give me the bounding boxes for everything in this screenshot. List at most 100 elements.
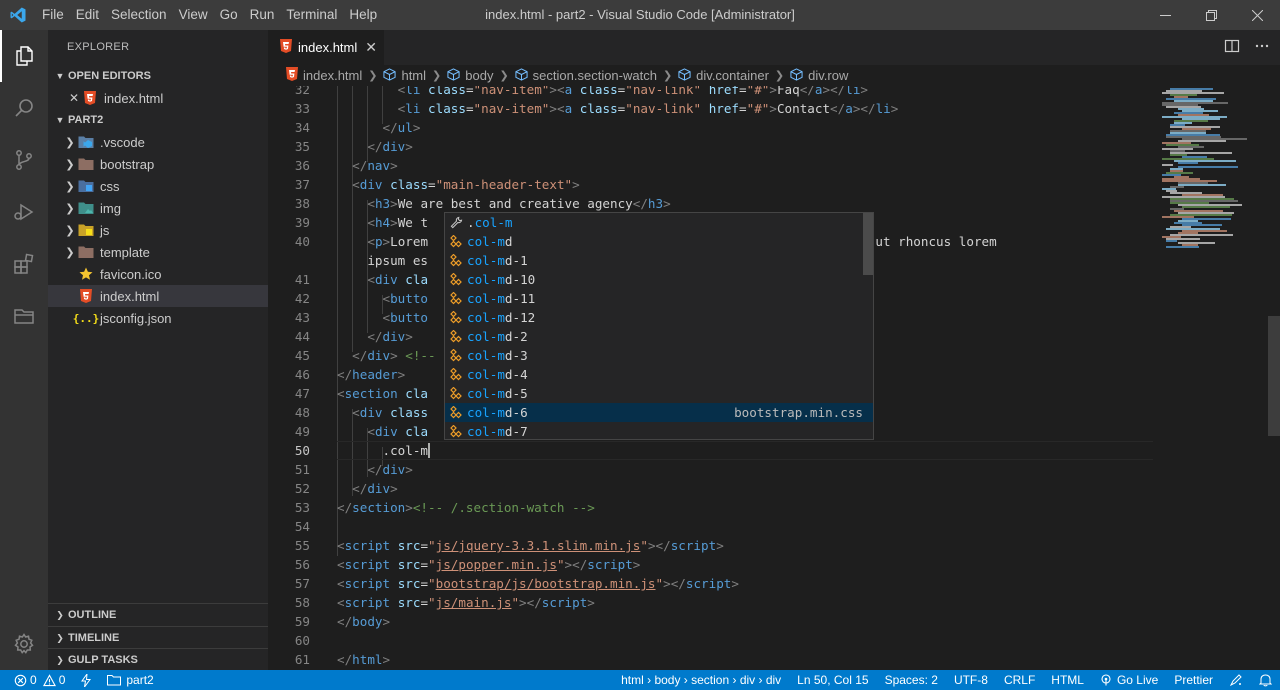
code-text: </nav> — [352, 158, 398, 173]
open-editors-header[interactable]: ▼ OPEN EDITORS — [48, 65, 268, 87]
element-cube-icon — [383, 67, 397, 84]
breadcrumb-item[interactable]: div.row — [790, 67, 848, 84]
menu-terminal[interactable]: Terminal — [280, 0, 343, 30]
prettier-button[interactable]: Prettier — [1166, 670, 1221, 690]
suggestion-item[interactable]: col-md-2 — [445, 327, 873, 346]
notifications-bell-icon[interactable] — [1251, 670, 1280, 690]
suggestion-item[interactable]: col-md-11 — [445, 289, 873, 308]
menu-file[interactable]: File — [36, 0, 70, 30]
end-of-line[interactable]: CRLF — [996, 670, 1043, 690]
search-icon[interactable] — [0, 82, 48, 134]
chevron-right-icon: ❯ — [65, 224, 75, 237]
open-editor-item[interactable]: ✕ index.html — [48, 87, 268, 109]
code-text: <script src="js/main.js"></script> — [337, 595, 595, 610]
panel-gulp-tasks[interactable]: ❯ GULP TASKS — [48, 648, 268, 670]
close-window-button[interactable] — [1234, 0, 1280, 30]
suggestion-item[interactable]: .col-m — [445, 213, 873, 232]
tree-folder[interactable]: ❯ template — [48, 241, 268, 263]
breadcrumb-item[interactable]: body — [447, 67, 493, 84]
scrollbar-thumb[interactable] — [1268, 316, 1280, 436]
breadcrumb-item[interactable]: html — [383, 67, 426, 84]
encoding[interactable]: UTF-8 — [946, 670, 996, 690]
tree-folder[interactable]: ❯ bootstrap — [48, 153, 268, 175]
suggestion-item[interactable]: col-md-1 — [445, 251, 873, 270]
source-control-icon[interactable] — [0, 134, 48, 186]
star-icon — [78, 266, 94, 282]
tree-file[interactable]: index.html — [48, 285, 268, 307]
run-debug-icon[interactable] — [0, 186, 48, 238]
extensions-icon[interactable] — [0, 238, 48, 290]
code-line: 61 </html> — [268, 650, 1158, 669]
code-text: </div> <!-- — [352, 348, 436, 363]
suggestion-item[interactable]: col-md-7 — [445, 422, 873, 441]
code-line: 51 </div> — [268, 460, 1158, 479]
cursor-position[interactable]: Ln 50, Col 15 — [789, 670, 876, 690]
tree-folder[interactable]: ❯ img — [48, 197, 268, 219]
close-icon[interactable]: ✕ — [365, 39, 377, 56]
suggestion-item[interactable]: col-md-12 — [445, 308, 873, 327]
explorer-icon[interactable] — [0, 30, 48, 82]
tree-item-label: favicon.ico — [100, 266, 162, 282]
settings-gear-icon[interactable] — [0, 618, 48, 670]
menu-view[interactable]: View — [173, 0, 214, 30]
tab-label: index.html — [298, 40, 358, 55]
minimap[interactable] — [1158, 86, 1268, 670]
workspace-folder[interactable]: part2 — [99, 670, 161, 690]
suggestion-item[interactable]: col-md-6 bootstrap.min.css — [445, 403, 873, 422]
indentation[interactable]: Spaces: 2 — [877, 670, 946, 690]
panel-timeline[interactable]: ❯ TIMELINE — [48, 626, 268, 648]
suggestion-label: col-md-3 — [467, 348, 528, 363]
breadcrumb-item[interactable]: section.section-watch — [515, 67, 657, 84]
section-label: GULP TASKS — [68, 653, 138, 666]
tree-file[interactable]: favicon.ico — [48, 263, 268, 285]
element-path[interactable]: html › body › section › div › div — [613, 670, 789, 690]
menu-run[interactable]: Run — [244, 0, 281, 30]
tree-folder[interactable]: ❯ js — [48, 219, 268, 241]
suggestion-item[interactable]: col-md-4 — [445, 365, 873, 384]
menu-selection[interactable]: Selection — [105, 0, 173, 30]
menu-help[interactable]: Help — [343, 0, 383, 30]
panel-outline[interactable]: ❯ OUTLINE — [48, 604, 268, 626]
breadcrumb-item[interactable]: index.html — [286, 67, 362, 84]
more-actions-icon[interactable] — [1254, 38, 1270, 57]
suggestion-item[interactable]: col-md — [445, 232, 873, 251]
lightning-icon[interactable] — [73, 670, 99, 690]
breadcrumb-item[interactable]: div.container — [678, 67, 769, 84]
chevron-right-icon: ❯ — [65, 136, 75, 149]
code-line: 37 <div class="main-header-text"> — [268, 175, 1158, 194]
tree-item-label: .vscode — [100, 134, 145, 150]
class-symbol-icon — [445, 406, 467, 419]
error-icon — [14, 674, 27, 686]
broadcast-icon — [1101, 674, 1111, 686]
tree-folder[interactable]: ❯ .vscode — [48, 131, 268, 153]
suggestion-item[interactable]: col-md-5 — [445, 384, 873, 403]
problems-indicator[interactable]: 0 0 — [8, 670, 73, 690]
class-symbol-icon — [445, 254, 467, 267]
go-live-button[interactable]: Go Live — [1092, 670, 1166, 690]
split-editor-icon[interactable] — [1224, 38, 1240, 57]
chevron-right-icon: ❯ — [65, 202, 75, 215]
folder-header[interactable]: ▼ PART2 — [48, 109, 268, 131]
tree-file[interactable]: {..} jsconfig.json — [48, 307, 268, 329]
line-number: 46 — [294, 367, 310, 382]
close-icon[interactable]: ✕ — [66, 91, 82, 105]
tab-index-html[interactable]: index.html ✕ — [268, 30, 384, 65]
line-number: 57 — [294, 576, 310, 591]
minimize-button[interactable] — [1142, 0, 1188, 30]
feedback-icon[interactable] — [1221, 670, 1251, 690]
code-text: <div cla — [367, 424, 429, 439]
line-number: 41 — [294, 272, 310, 287]
menu-go[interactable]: Go — [214, 0, 244, 30]
suggestion-item[interactable]: col-md-10 — [445, 270, 873, 289]
suggestion-item[interactable]: col-md-3 — [445, 346, 873, 365]
menu-edit[interactable]: Edit — [70, 0, 105, 30]
editor-scrollbar[interactable] — [1268, 86, 1280, 670]
tree-item-label: index.html — [100, 288, 160, 304]
restore-button[interactable] — [1188, 0, 1234, 30]
editor-tab-bar: index.html ✕ — [268, 30, 1280, 65]
suggestion-label: .col-m — [467, 215, 513, 230]
folder-view-icon[interactable] — [0, 290, 48, 342]
tree-folder[interactable]: ❯ css — [48, 175, 268, 197]
line-number: 56 — [294, 557, 310, 572]
language-mode[interactable]: HTML — [1043, 670, 1092, 690]
